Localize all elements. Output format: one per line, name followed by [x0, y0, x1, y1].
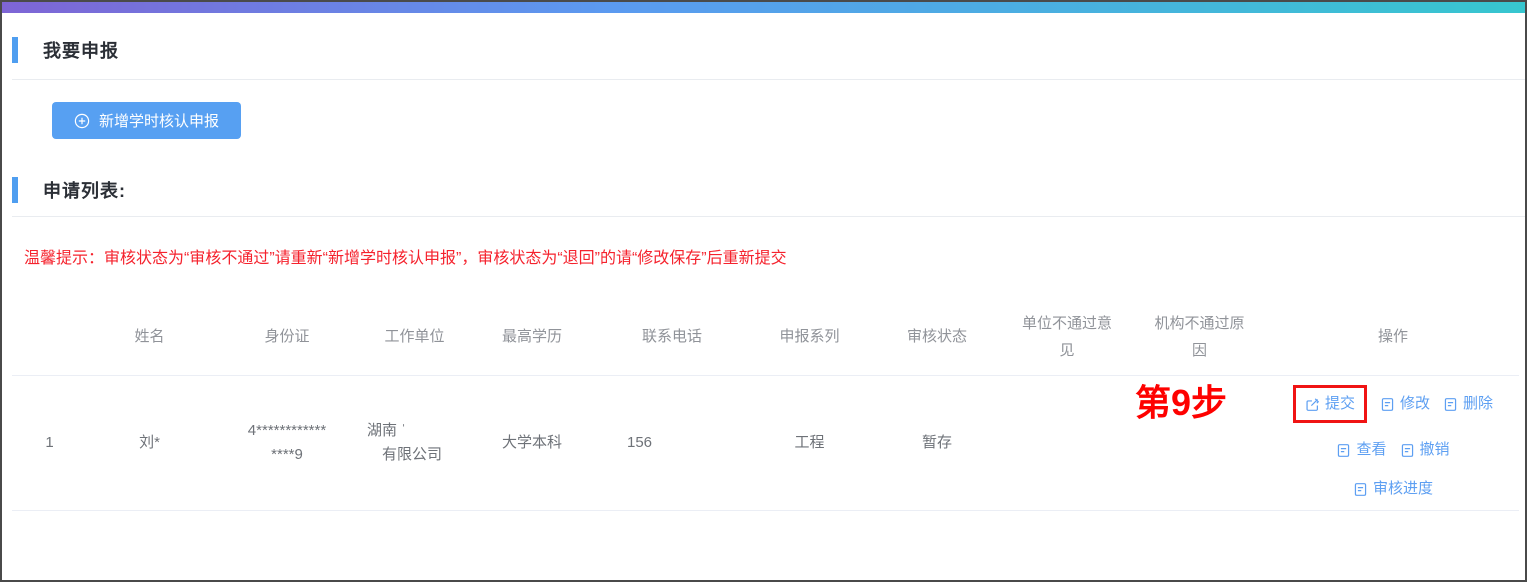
- add-declaration-button[interactable]: 新增学时核认申报: [52, 102, 242, 139]
- revoke-link[interactable]: 撤销: [1400, 438, 1450, 462]
- header-status: 审核状态: [906, 328, 967, 345]
- table-row: 1 刘* 4************ ****9 湖南 ˈ 有限公司 大学本科 …: [12, 376, 1519, 511]
- work-unit-line2: 有限公司: [382, 446, 443, 463]
- audit-progress-link-label: 审核进度: [1372, 480, 1433, 497]
- header-name: 姓名: [134, 328, 165, 345]
- header-actions: 操作: [1377, 328, 1408, 345]
- row-phone: 156: [627, 434, 653, 451]
- edit-square-icon: [1306, 397, 1320, 411]
- step-annotation: 第9步: [1135, 382, 1228, 423]
- application-table: 姓名 身份证 工作单位 最高学历 联系电话 申报系列 审核状态 单位不通过意见 …: [12, 299, 1519, 511]
- document-icon: [1354, 482, 1367, 496]
- id-card-line1: 4************: [247, 422, 327, 439]
- modify-link-label: 修改: [1399, 395, 1430, 412]
- list-section-title: 申请列表:: [43, 181, 126, 201]
- header-education: 最高学历: [501, 328, 562, 345]
- header-id-card: 身份证: [264, 328, 310, 345]
- submit-link[interactable]: 提交: [1292, 385, 1367, 423]
- row-status: 暂存: [921, 434, 952, 451]
- row-actions: 提交 修改 删除 查看 撤销 审核进度: [1267, 385, 1519, 501]
- declare-section-header: 我要申报: [12, 35, 1525, 65]
- row-work-unit: 湖南 ˈ 有限公司: [362, 419, 467, 467]
- accent-bar: [12, 37, 18, 63]
- header-unit-reject-opinion: 单位不通过意见: [1021, 315, 1112, 359]
- row-name: 刘*: [139, 434, 160, 451]
- divider: [12, 79, 1525, 80]
- page: 我要申报 新增学时核认申报 申请列表: 温馨提示：审核状态为“审核不通过”请重新…: [0, 0, 1527, 582]
- delete-link-label: 删除: [1463, 395, 1494, 412]
- list-section-header: 申请列表:: [12, 175, 1525, 205]
- header-phone: 联系电话: [641, 328, 702, 345]
- header-series: 申报系列: [779, 328, 840, 345]
- row-education: 大学本科: [501, 434, 562, 451]
- id-card-line2: ****9: [271, 446, 303, 463]
- view-link-label: 查看: [1356, 441, 1387, 458]
- submit-link-label: 提交: [1324, 395, 1355, 412]
- delete-link[interactable]: 删除: [1443, 392, 1493, 416]
- declare-section-title: 我要申报: [43, 41, 119, 61]
- document-icon: [1338, 443, 1350, 457]
- modify-link[interactable]: 修改: [1380, 392, 1430, 416]
- document-icon: [1444, 397, 1457, 411]
- top-gradient-bar: [2, 2, 1525, 13]
- row-id-card: 4************ ****9: [212, 419, 362, 467]
- view-link[interactable]: 查看: [1336, 438, 1387, 462]
- document-icon: [1401, 443, 1413, 457]
- plus-circle-icon: [74, 113, 90, 128]
- document-icon: [1381, 397, 1394, 411]
- table-header-row: 姓名 身份证 工作单位 最高学历 联系电话 申报系列 审核状态 单位不通过意见 …: [12, 299, 1519, 376]
- warm-tip-text: 温馨提示：审核状态为“审核不通过”请重新“新增学时核认申报”，审核状态为“退回”…: [24, 250, 787, 267]
- add-declaration-button-label: 新增学时核认申报: [99, 113, 220, 130]
- accent-bar: [12, 177, 18, 203]
- header-work-unit: 工作单位: [384, 328, 445, 345]
- audit-progress-link[interactable]: 审核进度: [1353, 477, 1433, 501]
- revoke-link-label: 撤销: [1419, 441, 1450, 458]
- row-series: 工程: [794, 434, 825, 451]
- row-index: 1: [45, 434, 54, 451]
- divider: [12, 216, 1525, 217]
- work-unit-line1: 湖南 ˈ: [367, 422, 407, 439]
- header-org-reject-reason: 机构不通过原因: [1154, 315, 1245, 359]
